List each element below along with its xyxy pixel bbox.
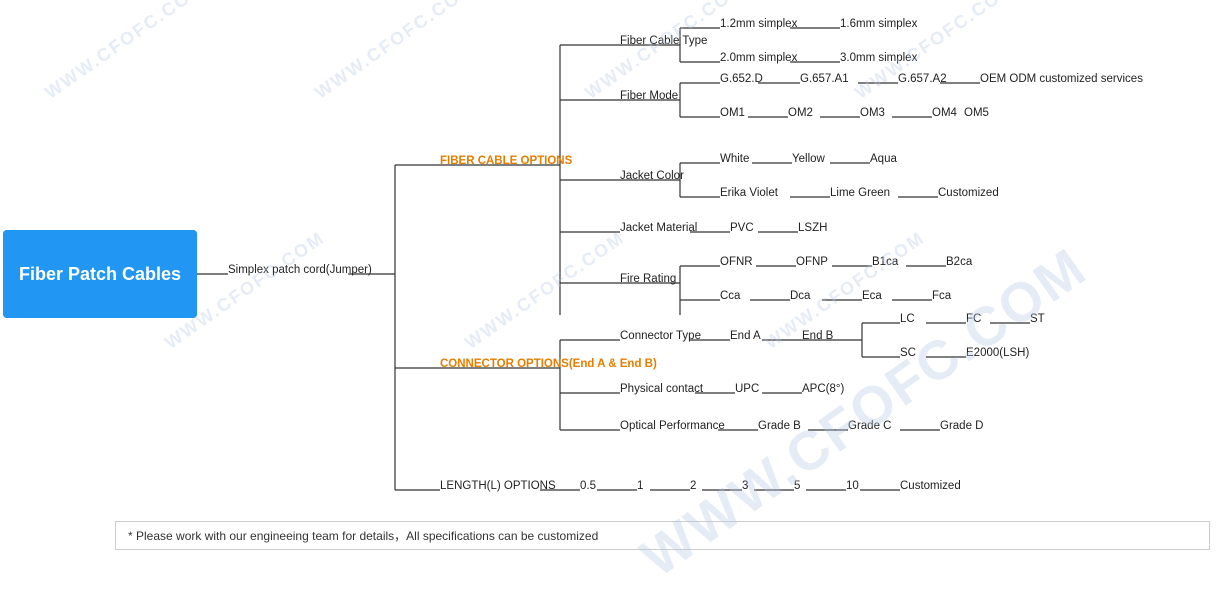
eca-node: Eca (862, 290, 882, 302)
om2-node: OM2 (788, 107, 813, 119)
len-3-node: 3 (742, 480, 748, 492)
st-node: ST (1030, 313, 1045, 325)
footer-note: * Please work with our engineeing team f… (115, 521, 1210, 550)
root-label: Fiber Patch Cables (19, 264, 181, 285)
erika-violet-node: Erika Violet (720, 187, 778, 199)
jacket-color-node: Jacket Color (620, 170, 684, 182)
e2000-node: E2000(LSH) (966, 347, 1029, 359)
cca-node: Cca (720, 290, 740, 302)
ofnr-node: OFNR (720, 256, 753, 268)
len-0-5-node: 0.5 (580, 480, 596, 492)
simplex-2-0-node: 2.0mm simplex (720, 52, 797, 64)
optical-performance-node: Optical Performance (620, 420, 725, 432)
g652d-node: G.652.D (720, 73, 763, 85)
len-1-node: 1 (637, 480, 643, 492)
fiber-cable-options-node: FIBER CABLE OPTIONS (440, 155, 572, 167)
oem-odm-node: OEM ODM customized services (980, 73, 1143, 85)
b1ca-node: B1ca (872, 256, 898, 268)
connector-type-node: Connector Type (620, 330, 701, 342)
fca-node: Fca (932, 290, 951, 302)
len-5-node: 5 (794, 480, 800, 492)
end-a-node: End A (730, 330, 761, 342)
om4-node: OM4 (932, 107, 957, 119)
length-options-node: LENGTH(L) OPTIONS (440, 480, 556, 492)
apc-node: APC(8°) (802, 383, 844, 395)
simplex-3-0-node: 3.0mm simplex (840, 52, 917, 64)
om3-node: OM3 (860, 107, 885, 119)
grade-b-node: Grade B (758, 420, 801, 432)
fiber-mode-node: Fiber Mode (620, 90, 678, 102)
b2ca-node: B2ca (946, 256, 972, 268)
connector-options-node: CONNECTOR OPTIONS(End A & End B) (440, 358, 657, 370)
simplex-1-2-node: 1.2mm simplex (720, 18, 797, 30)
grade-c-node: Grade C (848, 420, 891, 432)
main-container: WWW.CFOFC.COM WWW.CFOFC.COM WWW.CFOFC.CO… (0, 0, 1220, 558)
customized-len-node: Customized (900, 480, 961, 492)
end-b-node: End B (802, 330, 833, 342)
fire-rating-node: Fire Rating (620, 273, 676, 285)
fiber-cable-type-node: Fiber Cable Type (620, 35, 707, 47)
simplex-1-6-node: 1.6mm simplex (840, 18, 917, 30)
len-2-node: 2 (690, 480, 696, 492)
ofnp-node: OFNP (796, 256, 828, 268)
lime-green-node: Lime Green (830, 187, 890, 199)
upc-node: UPC (735, 383, 759, 395)
pvc-node: PVC (730, 222, 754, 234)
yellow-node: Yellow (792, 153, 825, 165)
g657a1-node: G.657.A1 (800, 73, 849, 85)
grade-d-node: Grade D (940, 420, 983, 432)
white-node: White (720, 153, 749, 165)
fc-node: FC (966, 313, 981, 325)
physical-contact-node: Physical contact (620, 383, 703, 395)
len-10-node: 10 (846, 480, 859, 492)
jacket-material-node: Jacket Material (620, 222, 697, 234)
g657a2-node: G.657.A2 (898, 73, 947, 85)
sc-node: SC (900, 347, 916, 359)
lc-node: LC (900, 313, 915, 325)
om1-node: OM1 (720, 107, 745, 119)
customized-color-node: Customized (938, 187, 999, 199)
simplex-node: Simplex patch cord(Jumper) (228, 264, 372, 276)
lszh-node: LSZH (798, 222, 827, 234)
om5-node: OM5 (964, 107, 989, 119)
aqua-node: Aqua (870, 153, 897, 165)
dca-node: Dca (790, 290, 810, 302)
root-node: Fiber Patch Cables (3, 230, 197, 318)
